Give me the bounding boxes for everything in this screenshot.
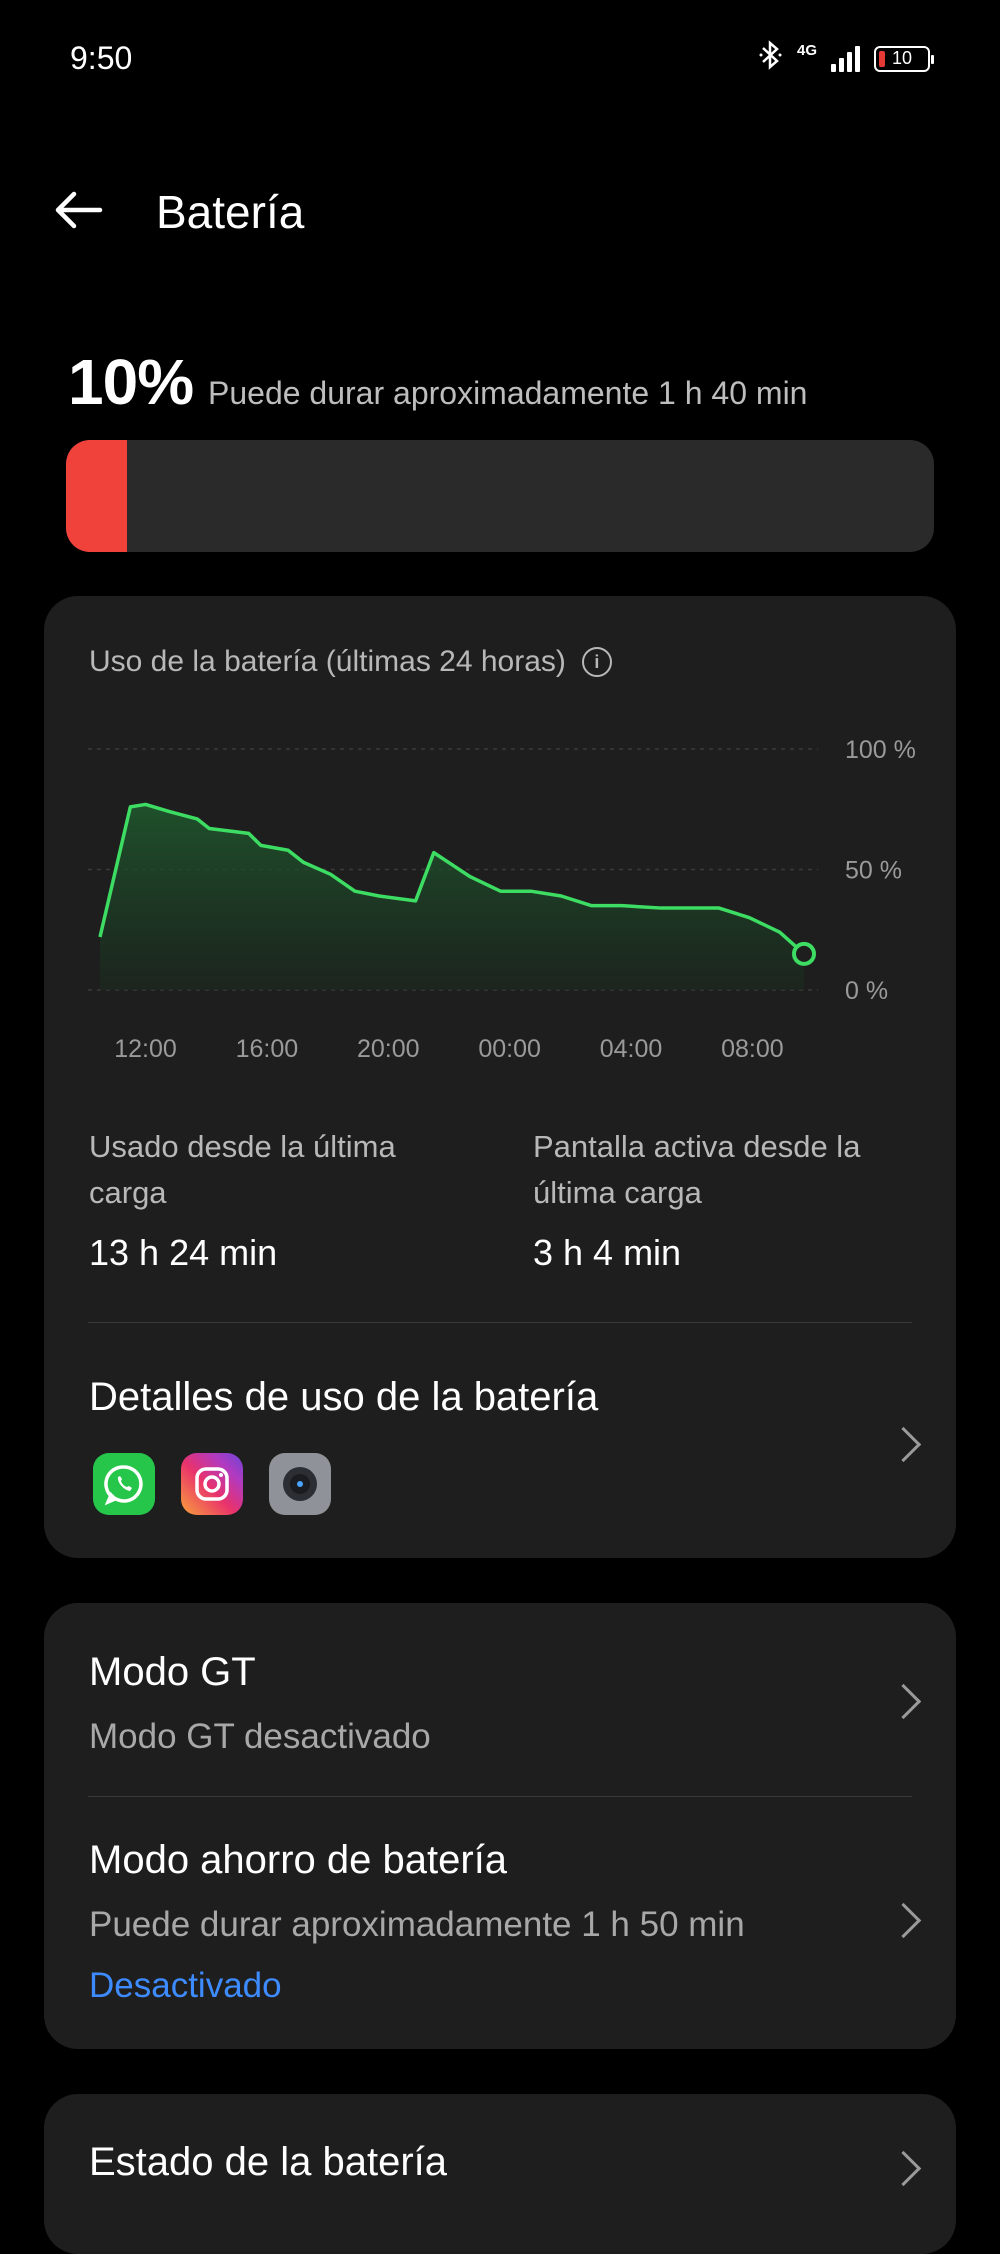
app-icons-row xyxy=(93,1453,331,1515)
chart-x-tick: 20:00 xyxy=(357,1035,420,1063)
battery-details-title: Detalles de uso de la batería xyxy=(89,1375,599,1419)
chart-x-tick: 00:00 xyxy=(478,1035,541,1063)
chart-x-tick: 12:00 xyxy=(114,1035,177,1063)
chart-area xyxy=(100,804,804,990)
battery-health-title: Estado de la batería xyxy=(89,2140,448,2184)
screen-on-label: Pantalla activa desde la última carga xyxy=(533,1129,861,1210)
chart-y-tick: 0 % xyxy=(845,977,888,1005)
battery-usage-chart: 100 % 50 % 0 % 12:00 16:00 20:00 00:00 04:00 08:… xyxy=(88,736,916,1063)
chart-y-tick: 50 % xyxy=(845,857,902,885)
used-since-charge-value: 13 h 24 min xyxy=(89,1232,278,1273)
whatsapp-icon xyxy=(93,1453,155,1515)
battery-usage-details-row[interactable] xyxy=(44,1323,956,1557)
used-since-charge-label: Usado desde la última carga xyxy=(89,1129,396,1210)
gt-mode-row[interactable] xyxy=(44,1603,956,1796)
chart-current-point xyxy=(792,941,816,966)
battery-saver-status: Desactivado xyxy=(89,1966,282,2005)
gt-mode-status: Modo GT desactivado xyxy=(89,1717,431,1756)
camera-icon xyxy=(269,1453,331,1515)
screen-on-value: 3 h 4 min xyxy=(533,1232,682,1273)
instagram-icon xyxy=(181,1453,243,1515)
battery-saver-estimate: Puede durar aproximadamente 1 h 50 min xyxy=(89,1905,745,1944)
battery-saver-title: Modo ahorro de batería xyxy=(89,1838,508,1882)
chart-x-tick: 08:00 xyxy=(721,1035,784,1063)
chart-x-tick: 16:00 xyxy=(236,1035,299,1063)
chart-x-tick: 04:00 xyxy=(600,1035,663,1063)
chart-y-tick: 100 % xyxy=(845,736,916,764)
gt-mode-title: Modo GT xyxy=(89,1650,256,1694)
